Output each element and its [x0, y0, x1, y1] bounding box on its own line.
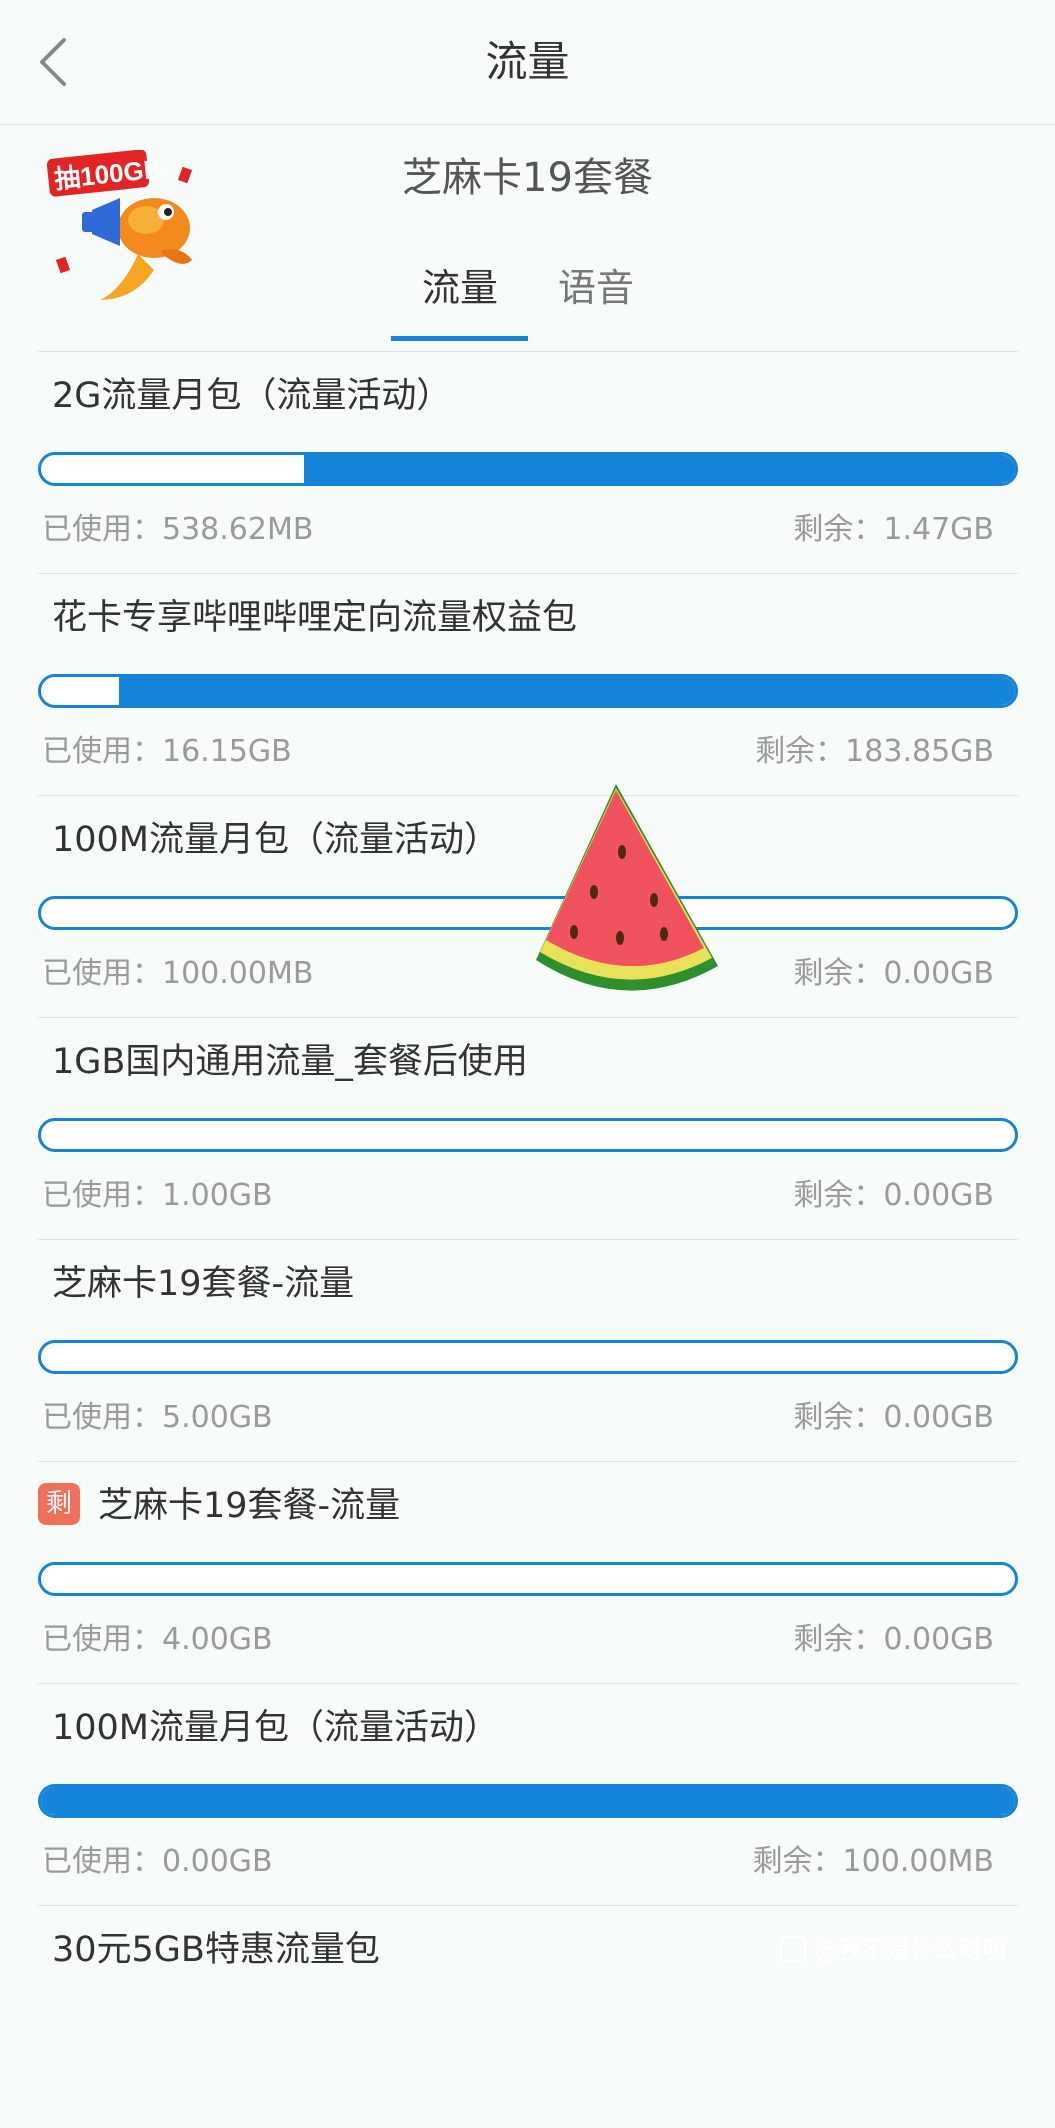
watermark: @我不是什么聪明 [780, 1932, 1042, 1968]
usage-progress-bar [38, 1562, 1018, 1596]
used-amount: 已使用：16.15GB [42, 734, 292, 769]
used-amount: 已使用：0.00GB [42, 1844, 273, 1879]
tab-flow[interactable]: 流量 [422, 260, 498, 316]
item-name: 花卡专享哔哩哔哩定向流量权益包 [52, 598, 578, 638]
item-name: 100M流量月包（流量活动） [52, 1708, 500, 1748]
header-bar: 流量 [0, 0, 1055, 125]
used-amount: 已使用：1.00GB [42, 1178, 273, 1213]
watermark-text: @我不是什么聪明 [814, 1936, 1006, 1964]
remaining-badge: 剩 [38, 1483, 80, 1525]
item-name: 30元5GB特惠流量包 [52, 1930, 380, 1970]
item-name-row: 剩芝麻卡19套餐-流量 [38, 1480, 401, 1532]
remaining-amount: 剩余：100.00MB [752, 1844, 994, 1879]
page-title: 流量 [485, 37, 570, 86]
list-item: 1GB国内通用流量_套餐后使用 已使用：1.00GB 剩余：0.00GB [38, 1018, 1018, 1240]
watermelon-sticker-icon [536, 784, 718, 991]
used-amount: 已使用：4.00GB [42, 1622, 273, 1657]
remaining-amount: 剩余：1.47GB [793, 512, 994, 547]
usage-progress-bar [38, 674, 1018, 708]
usage-progress-bar [38, 1340, 1018, 1374]
item-name: 芝麻卡19套餐-流量 [52, 1264, 355, 1304]
remaining-fill [41, 1787, 1015, 1815]
usage-progress-bar [38, 452, 1018, 486]
list-item: 2G流量月包（流量活动） 已使用：538.62MB 剩余：1.47GB [38, 352, 1018, 574]
list-item: 剩芝麻卡19套餐-流量 已使用：4.00GB 剩余：0.00GB [38, 1462, 1018, 1684]
remaining-fill [118, 677, 1015, 705]
tab-voice[interactable]: 语音 [558, 260, 634, 316]
remaining-amount: 剩余：0.00GB [793, 1622, 994, 1657]
used-amount: 已使用：538.62MB [42, 512, 314, 547]
used-amount: 已使用：5.00GB [42, 1400, 273, 1435]
remaining-fill [303, 455, 1015, 483]
watermark-box-icon [780, 1936, 806, 1962]
usage-progress-bar [38, 1784, 1018, 1818]
list-item: 100M流量月包（流量活动） 已使用：0.00GB 剩余：100.00MB [38, 1684, 1018, 1906]
used-amount: 已使用：100.00MB [42, 956, 314, 991]
remaining-amount: 剩余：183.85GB [755, 734, 994, 769]
usage-progress-bar [38, 1118, 1018, 1152]
remaining-amount: 剩余：0.00GB [793, 956, 994, 991]
item-name: 芝麻卡19套餐-流量 [98, 1486, 401, 1526]
plan-name: 芝麻卡19套餐 [402, 155, 653, 201]
item-name: 100M流量月包（流量活动） [52, 820, 500, 860]
remaining-amount: 剩余：0.00GB [793, 1178, 994, 1213]
active-tab-indicator [391, 336, 528, 341]
list-item: 花卡专享哔哩哔哩定向流量权益包 已使用：16.15GB 剩余：183.85GB [38, 574, 1018, 796]
list-item: 芝麻卡19套餐-流量 已使用：5.00GB 剩余：0.00GB [38, 1240, 1018, 1462]
remaining-amount: 剩余：0.00GB [793, 1400, 994, 1435]
item-name: 1GB国内通用流量_套餐后使用 [52, 1042, 528, 1082]
item-name: 2G流量月包（流量活动） [52, 376, 452, 416]
